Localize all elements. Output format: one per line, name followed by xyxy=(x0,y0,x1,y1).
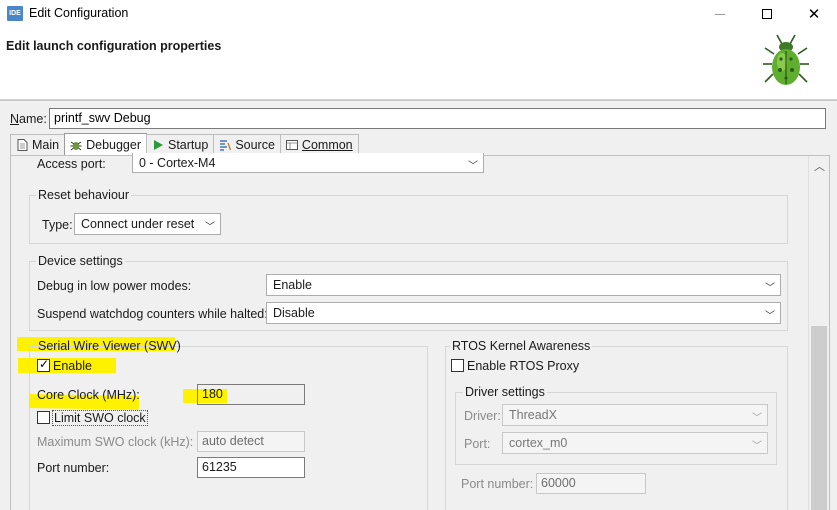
name-label: Name: xyxy=(10,112,47,126)
reset-type-label: Type: xyxy=(42,218,73,232)
limit-swo-checkbox[interactable] xyxy=(37,411,50,424)
chevron-down-icon: ﹀ xyxy=(752,413,762,424)
title-bar: IDE Edit Configuration ✕ xyxy=(0,0,837,28)
maximize-icon xyxy=(762,9,772,19)
low-power-label: Debug in low power modes: xyxy=(37,279,192,293)
device-settings-title: Device settings xyxy=(36,254,125,268)
rtos-port-select[interactable]: cortex_m0 ﹀ xyxy=(502,432,768,454)
app-icon: IDE xyxy=(7,6,23,21)
header-banner: Edit launch configuration properties xyxy=(0,28,837,100)
watchdog-label: Suspend watchdog counters while halted: xyxy=(37,307,268,321)
scroll-up-icon[interactable]: ︿ xyxy=(814,158,825,174)
low-power-value: Enable xyxy=(273,278,312,292)
driver-select[interactable]: ThreadX ﹀ xyxy=(502,404,768,426)
window-title: Edit Configuration xyxy=(29,6,129,20)
rtos-port-label: Port: xyxy=(464,437,491,451)
main-tab-icon xyxy=(16,139,28,151)
chevron-down-icon: ﹀ xyxy=(468,161,478,172)
chevron-down-icon: ﹀ xyxy=(205,222,215,233)
maximize-button[interactable] xyxy=(744,0,790,28)
tab-main[interactable]: Main xyxy=(10,134,66,155)
rtos-title: RTOS Kernel Awareness xyxy=(450,339,593,353)
driver-settings-group xyxy=(455,392,777,465)
core-clock-input[interactable]: 180 xyxy=(197,384,305,405)
rtos-port-value: cortex_m0 xyxy=(509,436,568,450)
swv-enable-label: Enable xyxy=(53,359,92,373)
tab-startup[interactable]: Startup xyxy=(146,134,215,155)
tab-bar: Main Debugger Startup Source Common xyxy=(10,133,359,155)
low-power-select[interactable]: Enable ﹀ xyxy=(266,274,781,296)
name-input[interactable]: printf_swv Debug xyxy=(49,108,826,129)
tab-debugger[interactable]: Debugger xyxy=(64,133,147,155)
rtos-proxy-checkbox[interactable] xyxy=(451,359,464,372)
core-clock-label: Core Clock (MHz): xyxy=(37,388,140,402)
chevron-down-icon: ﹀ xyxy=(752,441,762,452)
tab-common[interactable]: Common xyxy=(279,134,359,155)
tab-startup-label: Startup xyxy=(168,138,209,152)
reset-type-select[interactable]: Connect under reset ﹀ xyxy=(74,213,221,235)
tab-source-label: Source xyxy=(235,138,275,152)
driver-settings-title: Driver settings xyxy=(463,385,547,399)
driver-label: Driver: xyxy=(464,409,501,423)
banner-title: Edit launch configuration properties xyxy=(6,39,222,53)
max-swo-input[interactable]: auto detect xyxy=(197,431,305,452)
rtos-port-number-label: Port number: xyxy=(461,477,534,491)
common-tab-icon xyxy=(285,139,298,151)
banner-separator xyxy=(0,100,837,101)
chevron-down-icon: ﹀ xyxy=(765,311,775,322)
scrollbar-thumb[interactable] xyxy=(811,326,827,510)
watchdog-value: Disable xyxy=(273,306,315,320)
close-icon: ✕ xyxy=(807,5,821,23)
swv-title: Serial Wire Viewer (SWV) xyxy=(38,339,181,353)
swv-port-label: Port number: xyxy=(37,461,110,475)
bug-icon xyxy=(763,34,809,85)
access-port-label: Access port: xyxy=(37,157,106,171)
watchdog-select[interactable]: Disable ﹀ xyxy=(266,302,781,324)
tab-common-label: Common xyxy=(301,138,353,152)
access-port-value: 0 - Cortex-M4 xyxy=(139,155,216,170)
tab-main-label: Main xyxy=(32,138,60,152)
access-port-select[interactable]: 0 - Cortex-M4 ﹀ xyxy=(132,153,484,173)
reset-behaviour-title: Reset behaviour xyxy=(36,188,132,202)
startup-tab-icon xyxy=(152,139,164,151)
tab-debugger-label: Debugger xyxy=(86,137,141,152)
chevron-down-icon: ﹀ xyxy=(765,283,775,294)
swv-port-input[interactable]: 61235 xyxy=(197,457,305,478)
rtos-proxy-label: Enable RTOS Proxy xyxy=(467,359,580,373)
driver-value: ThreadX xyxy=(509,408,557,422)
source-tab-icon xyxy=(219,139,232,151)
close-button[interactable]: ✕ xyxy=(791,0,837,28)
swv-enable-checkbox[interactable] xyxy=(37,357,50,372)
vertical-scrollbar[interactable]: ︿ xyxy=(808,156,829,510)
tab-source[interactable]: Source xyxy=(213,134,281,155)
limit-swo-label: Limit SWO clock xyxy=(52,410,148,426)
max-swo-label: Maximum SWO clock (kHz): xyxy=(37,435,194,449)
minimize-icon xyxy=(715,13,725,15)
minimize-button[interactable] xyxy=(697,0,743,28)
reset-type-value: Connect under reset xyxy=(81,217,195,231)
rtos-port-number-input[interactable]: 60000 xyxy=(536,473,646,494)
debugger-tab-icon xyxy=(70,139,82,151)
